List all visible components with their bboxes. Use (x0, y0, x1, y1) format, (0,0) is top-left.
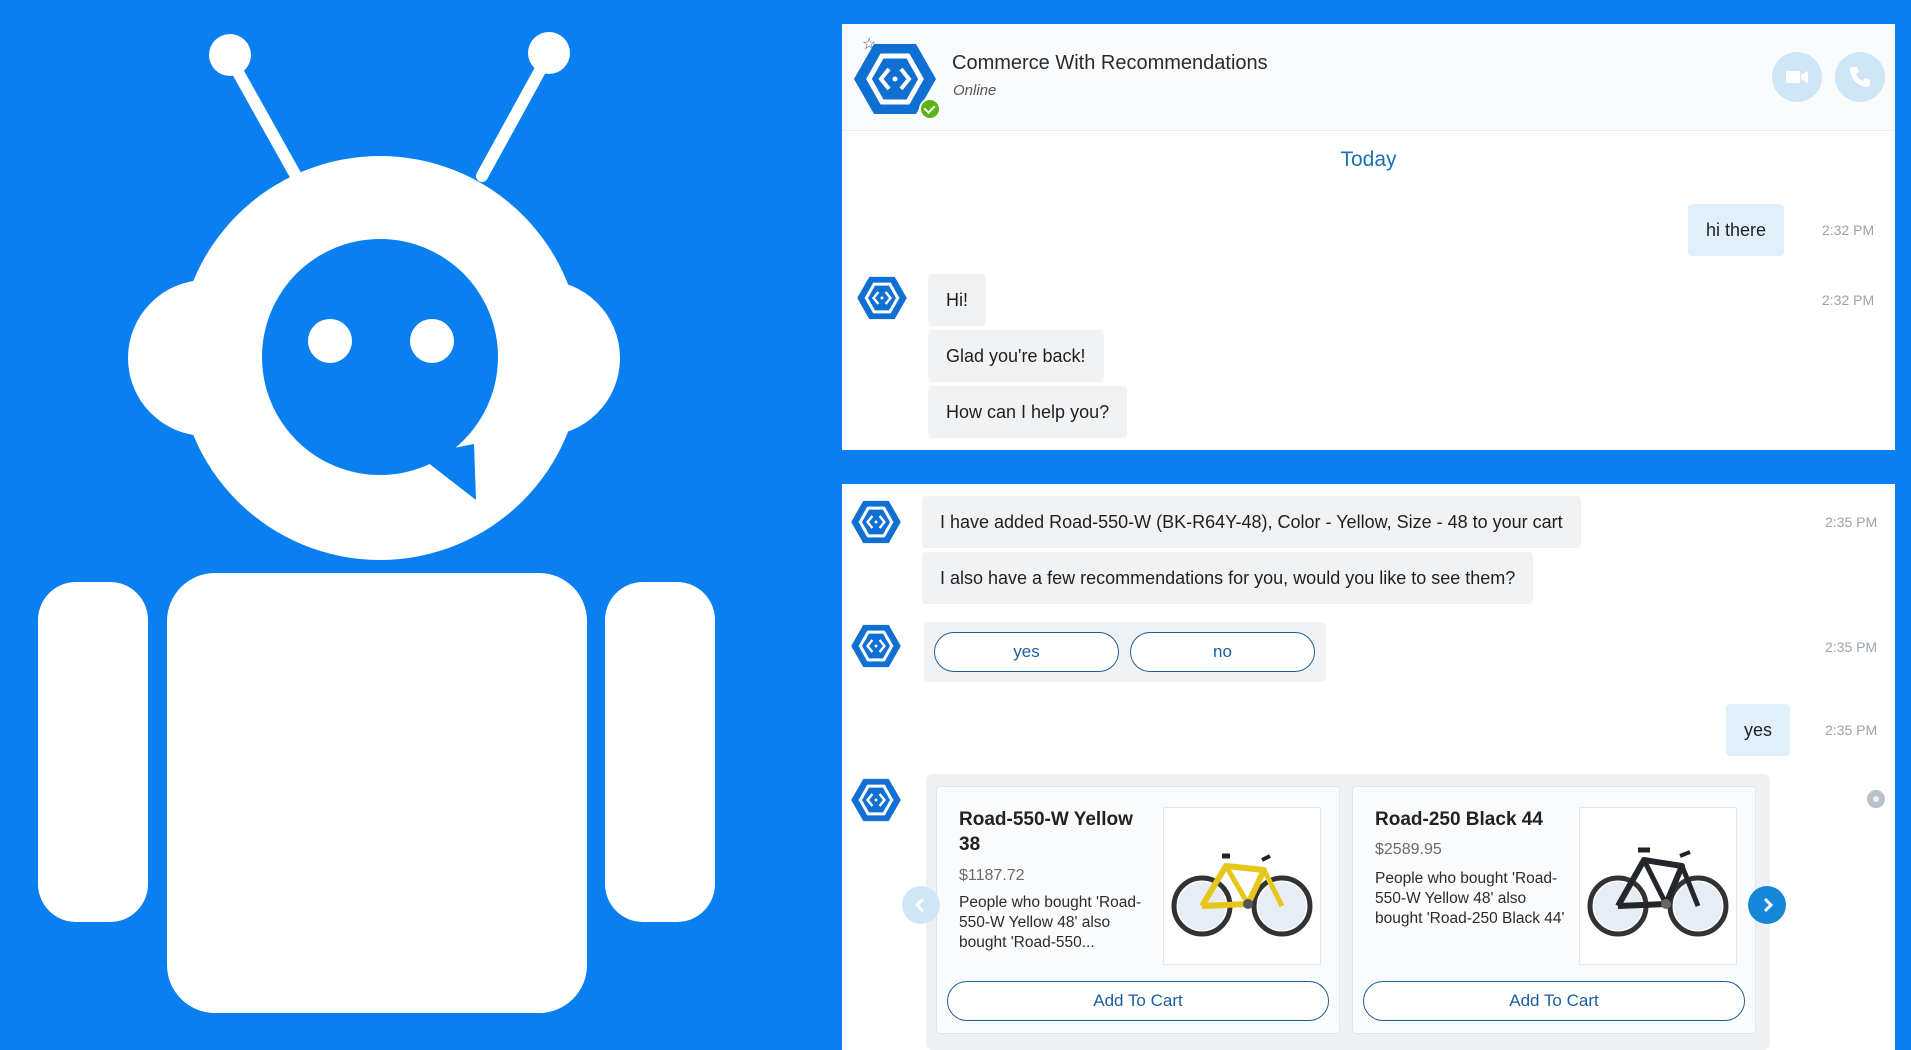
message-time: 2:35 PM (1825, 639, 1878, 655)
bot-message: How can I help you? (928, 386, 1128, 438)
product-carousel: Road-550-W Yellow 38 $1187.72 People who… (926, 774, 1770, 1050)
bot-message: I also have a few recommendations for yo… (922, 552, 1534, 604)
message-time: 2:35 PM (1825, 514, 1878, 530)
bot-message: Hi! (928, 274, 986, 326)
suggested-actions: yes no (924, 622, 1326, 682)
carousel-prev-button[interactable] (902, 886, 940, 924)
user-message: hi there (1688, 204, 1785, 256)
video-call-button[interactable] (1772, 52, 1822, 102)
chat-panel-top: ☆ Commerce With Recommendations Online T… (842, 24, 1895, 450)
user-message: yes (1726, 704, 1791, 756)
bot-message: Glad you're back! (928, 330, 1104, 382)
bot-avatar-icon (851, 500, 901, 544)
bot-avatar-icon (851, 624, 901, 668)
no-button[interactable]: no (1130, 632, 1315, 672)
scroll-indicator[interactable] (1867, 790, 1885, 808)
video-call-icon (1786, 71, 1808, 83)
message-time: 2:32 PM (1822, 292, 1875, 308)
add-to-cart-button[interactable]: Add To Cart (1363, 981, 1745, 1021)
chat-header: ☆ Commerce With Recommendations Online (842, 24, 1895, 131)
product-card: Road-250 Black 44 $2589.95 People who bo… (1352, 786, 1756, 1034)
black-bike-icon (1587, 847, 1729, 937)
product-price: $2589.95 (1375, 841, 1442, 858)
message-time: 2:32 PM (1822, 222, 1875, 238)
carousel-next-button[interactable] (1748, 886, 1786, 924)
product-price: $1187.72 (959, 867, 1025, 884)
phone-icon (1850, 67, 1870, 87)
add-to-cart-button[interactable]: Add To Cart (947, 981, 1329, 1021)
product-image (1579, 807, 1737, 965)
product-description: People who bought 'Road-550-W Yellow 48'… (959, 894, 1142, 951)
phone-call-button[interactable] (1835, 52, 1885, 102)
online-check-icon (919, 98, 941, 120)
product-title: Road-550-W Yellow 38 (959, 809, 1133, 855)
chevron-left-icon (914, 897, 925, 913)
bot-avatar-icon (857, 276, 907, 320)
bot-avatar-icon (851, 778, 901, 822)
yes-button[interactable]: yes (934, 632, 1119, 672)
message-time: 2:35 PM (1825, 722, 1878, 738)
product-title: Road-250 Black 44 (1375, 809, 1543, 830)
chat-panel-bottom: I have added Road-550-W (BK-R64Y-48), Co… (842, 484, 1895, 1050)
bot-message: I have added Road-550-W (BK-R64Y-48), Co… (922, 496, 1581, 548)
product-image (1163, 807, 1321, 965)
yellow-bike-icon (1171, 853, 1313, 937)
bot-title: Commerce With Recommendations (952, 52, 1268, 74)
date-separator: Today (1340, 148, 1397, 171)
product-card: Road-550-W Yellow 38 $1187.72 People who… (936, 786, 1340, 1034)
robot-logo-icon (38, 32, 715, 1013)
product-description: People who bought 'Road-550-W Yellow 48'… (1375, 870, 1565, 927)
chevron-right-icon (1763, 897, 1774, 913)
bot-status: Online (953, 82, 997, 99)
